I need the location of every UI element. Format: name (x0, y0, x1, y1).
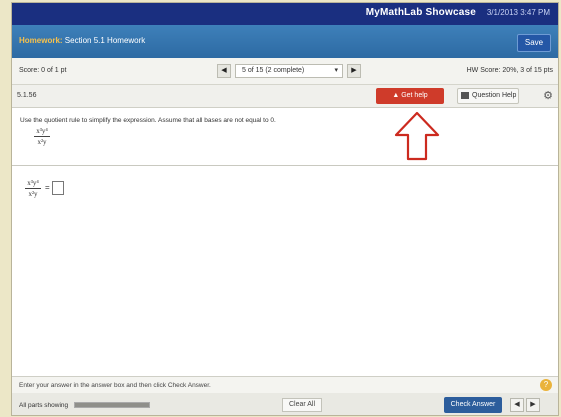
next-question-button[interactable]: ▶ (347, 64, 361, 78)
next-page-button[interactable]: ▶ (526, 398, 540, 412)
score-bar: Score: 0 of 1 pt ◀ 5 of 15 (2 complete) … (12, 58, 558, 85)
divider (12, 165, 558, 166)
warning-icon: ▲ (392, 92, 402, 99)
hw-score: HW Score: 20%, 3 of 15 pts (466, 67, 553, 74)
answer-numerator: x³y⁴ (27, 179, 39, 187)
question-score: Score: 0 of 1 pt (19, 67, 67, 74)
prev-page-button[interactable]: ◀ (510, 398, 524, 412)
red-up-arrow-icon (394, 111, 440, 161)
homework-name: Section 5.1 Homework (64, 36, 146, 45)
parts-progress-bar (74, 402, 150, 408)
status-instructions: Enter your answer in the answer box and … (19, 382, 211, 389)
homework-bar: Homework: Section 5.1 Homework Save (12, 25, 558, 58)
app-window: MyMathLab Showcase 3/1/2013 3:47 PM Home… (11, 2, 559, 416)
given-expression: x³y⁴ x²y (34, 127, 50, 146)
app-title: MyMathLab Showcase (365, 7, 476, 18)
chevron-down-icon: ▾ (334, 67, 338, 74)
top-bar: MyMathLab Showcase 3/1/2013 3:47 PM (12, 3, 558, 25)
help-circle-icon[interactable]: ? (540, 379, 552, 391)
question-help-button[interactable]: Question Help (457, 88, 519, 104)
check-answer-button[interactable]: Check Answer (444, 397, 502, 413)
question-toolbar: 5.1.56 ▲ Get help Question Help ⚙ (12, 85, 558, 108)
equals-sign: = (45, 183, 50, 192)
question-selector-value: 5 of 15 (2 complete) (242, 67, 305, 74)
fraction-bar (34, 136, 50, 137)
bottom-bar: All parts showing Clear All Check Answer… (12, 393, 558, 415)
problem-instructions: Use the quotient rule to simplify the ex… (20, 117, 276, 124)
fraction-bar (25, 188, 41, 189)
progress-fill (75, 403, 149, 407)
parts-showing-label: All parts showing (19, 402, 69, 409)
question-selector[interactable]: 5 of 15 (2 complete) ▾ (235, 64, 343, 78)
grid-icon (461, 92, 469, 99)
homework-title: Homework: Section 5.1 Homework (19, 36, 145, 45)
timestamp: 3/1/2013 3:47 PM (486, 8, 550, 17)
answer-input[interactable] (52, 181, 64, 195)
question-number: 5.1.56 (17, 92, 37, 99)
question-help-label: Question Help (472, 92, 517, 99)
clear-all-button[interactable]: Clear All (282, 398, 322, 412)
answer-denominator: x²y (28, 190, 38, 198)
save-button[interactable]: Save (517, 34, 551, 52)
given-denominator: x²y (37, 138, 47, 146)
given-numerator: x³y⁴ (36, 127, 48, 135)
status-bar: Enter your answer in the answer box and … (12, 376, 558, 394)
answer-expression: x³y⁴ x²y (25, 179, 41, 198)
gear-icon[interactable]: ⚙ (543, 89, 553, 102)
get-help-label: Get help (401, 92, 428, 99)
homework-label: Homework: (19, 36, 63, 45)
get-help-button[interactable]: ▲ Get help (376, 88, 444, 104)
prev-question-button[interactable]: ◀ (217, 64, 231, 78)
